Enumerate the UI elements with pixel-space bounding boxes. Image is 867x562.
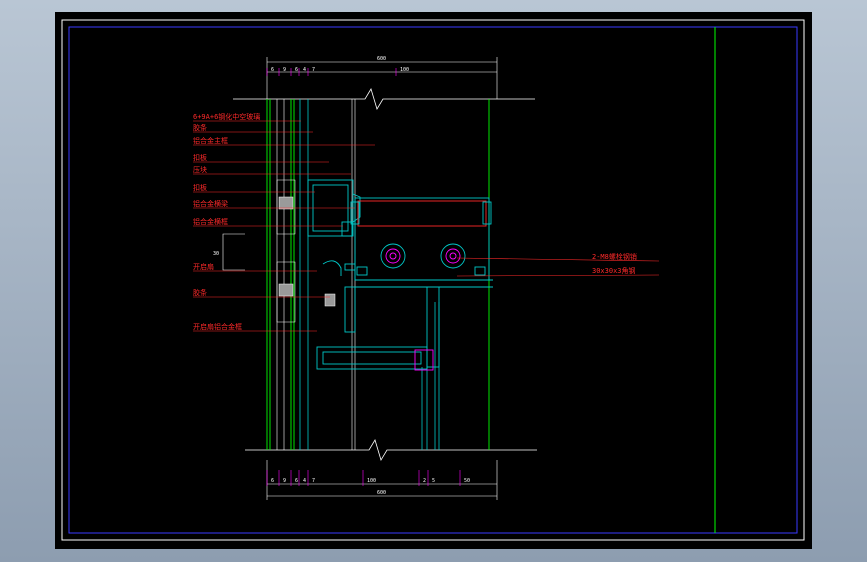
mullion-lines [276,99,440,450]
left-label: 扣板 [193,153,207,162]
drawing-sheet: 30 600 6 9 6 4 7 100 600 6 9 6 4 7 100 2 5 50 6+9A+6钢… [55,12,812,549]
right-leader-group: 2-M8螺栓钢销 30x30x3角钢 [456,252,660,277]
left-label: 开启扇铝合金框 [193,322,242,331]
left-label: 6+9A+6钢化中空玻璃 [193,112,260,121]
bottom-total-dim: 600 [377,490,386,496]
bottom-dim: 9 [283,478,286,484]
top-dim-labels: 6 9 6 4 7 100 [266,67,409,76]
left-label: 压块 [193,165,207,174]
bottom-dim-labels: 6 9 6 4 7 100 2 5 50 [266,470,470,486]
bolt-left [380,243,406,269]
bottom-dim: 7 [312,478,315,484]
opening-sash [316,346,434,371]
left-label: 胶条 [193,123,207,132]
left-label: 铝合金横框 [193,217,228,226]
bottom-dim: 50 [464,478,470,484]
bottom-dim: 100 [367,478,376,484]
top-dim: 6 [295,67,298,73]
section-drawing: 30 600 6 9 6 4 7 100 600 6 9 6 4 7 100 2 5 50 6+9A+6钢… [61,19,805,541]
left-label: 开启扇 [193,262,214,271]
gaskets [276,179,336,323]
top-total-dim: 600 [377,56,386,62]
bolt-right [440,243,466,269]
bottom-dim: 6 [271,478,274,484]
side-bracket [222,233,245,271]
left-label: 扣板 [193,183,207,192]
leader-line [456,274,660,277]
top-dimension-chain [266,57,498,99]
left-label: 铝合金横梁 [193,199,228,208]
bottom-dim: 6 [295,478,298,484]
right-label: 30x30x3角钢 [592,266,636,275]
top-dim: 9 [283,67,286,73]
top-dim: 6 [271,67,274,73]
bottom-dim: 4 [303,478,306,484]
right-label: 2-M8螺栓钢销 [592,252,637,261]
left-label: 铝合金主框 [193,136,228,145]
top-dim: 100 [400,67,409,73]
bottom-dim: 2 [423,478,426,484]
steel-beam [350,197,492,281]
left-label: 胶条 [193,288,207,297]
top-dim: 4 [303,67,306,73]
bottom-dim: 5 [432,478,435,484]
side-dim-label: 30 [213,251,219,257]
top-dim: 7 [312,67,315,73]
top-break-line [233,88,535,110]
bottom-break-line [245,439,537,461]
